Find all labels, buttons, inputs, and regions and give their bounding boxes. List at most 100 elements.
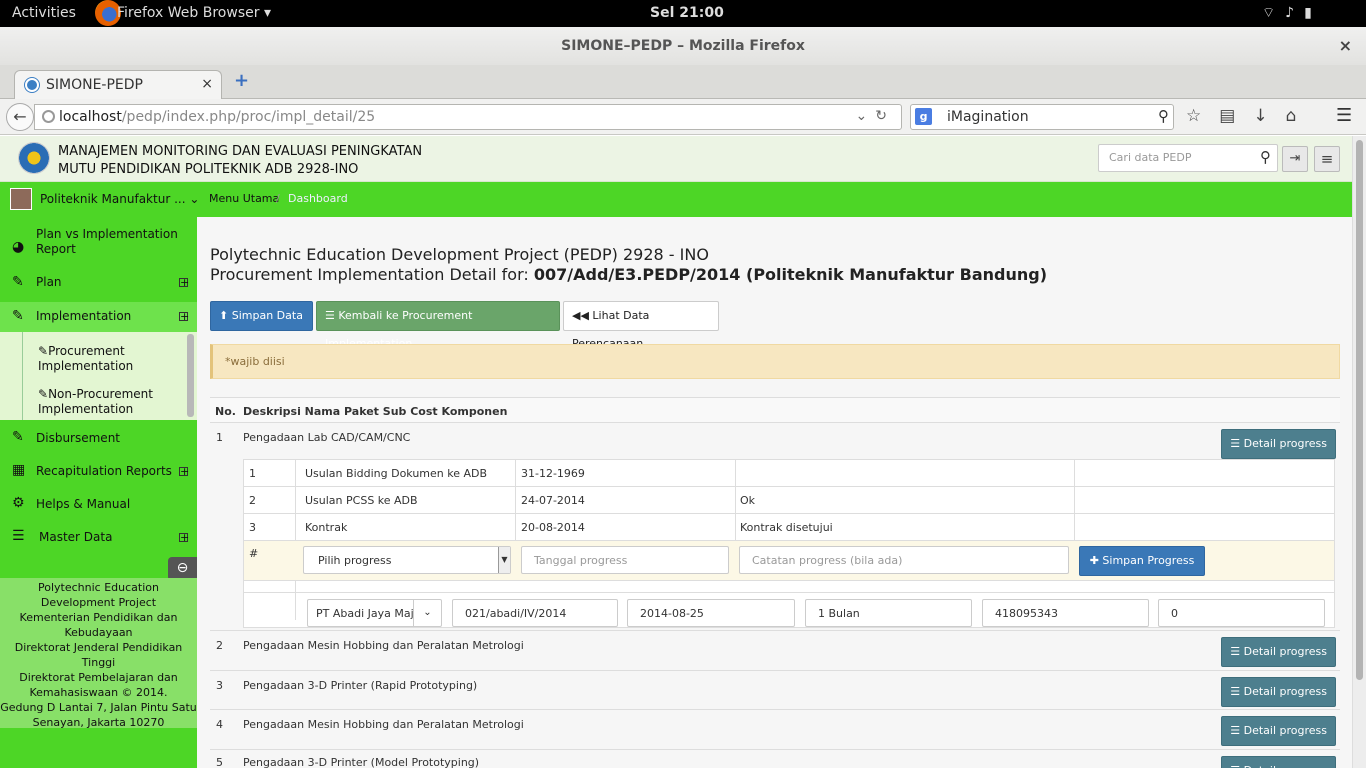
search-bar-value: iMagination bbox=[947, 109, 1029, 125]
site-search-input[interactable]: Cari data PEDP ⚲ bbox=[1098, 144, 1278, 172]
sidebar-item-helps[interactable]: ⚙ Helps & Manual bbox=[0, 495, 197, 515]
contract-extra-input[interactable]: 0 bbox=[1158, 599, 1325, 627]
download-icon[interactable]: ↓ bbox=[1253, 106, 1285, 126]
site-title-line1: MANAJEMEN MONITORING DAN EVALUASI PENING… bbox=[58, 144, 423, 159]
sidebar-subitem-procurement[interactable]: ✎Procurement Implementation bbox=[38, 344, 197, 374]
system-status-icons[interactable]: ⌔♪▮ bbox=[1262, 4, 1322, 22]
sidebar-item-recapitulation[interactable]: ▦ Recapitulation Reports + bbox=[0, 462, 197, 482]
sidebar-footer: Polytechnic Education Development Projec… bbox=[0, 578, 197, 729]
search-bar[interactable]: g iMagination ⚲ bbox=[910, 104, 1174, 130]
contract-value-input[interactable]: 418095343 bbox=[982, 599, 1149, 627]
gear-icon: ⚙ bbox=[12, 495, 25, 511]
tab-label: SIMONE-PEDP bbox=[46, 77, 143, 93]
menu-icon[interactable]: ☰ bbox=[1336, 105, 1352, 126]
tab-strip: SIMONE-PEDP × bbox=[0, 65, 1366, 100]
progress-note-input[interactable]: Catatan progress (bila ada) bbox=[739, 546, 1069, 574]
bookmarks-list-icon[interactable]: ▤ bbox=[1219, 106, 1253, 126]
home-icon[interactable]: ⌂ bbox=[1286, 106, 1315, 126]
sidebar-item-master-data[interactable]: ☰ Master Data + bbox=[0, 528, 197, 548]
site-header: MANAJEMEN MONITORING DAN EVALUASI PENING… bbox=[0, 136, 1352, 182]
edit-icon: ✎ bbox=[12, 274, 24, 290]
edit-icon: ✎ bbox=[12, 308, 24, 324]
site-search-placeholder: Cari data PEDP bbox=[1109, 151, 1192, 164]
window-title: SIMONE–PEDP – Mozilla Firefox bbox=[561, 38, 805, 54]
app-menu[interactable]: Firefox Web Browser ▾ bbox=[117, 5, 271, 21]
contract-date-input[interactable]: 2014-08-25 bbox=[627, 599, 795, 627]
browser-tab[interactable]: SIMONE-PEDP × bbox=[14, 70, 222, 100]
sidebar-item-plan[interactable]: ✎ Plan + bbox=[0, 274, 197, 294]
list-icon: ☰ bbox=[1230, 724, 1241, 737]
progress-form-row: # Pilih progress ▼ Tanggal progress Catat… bbox=[244, 541, 1334, 581]
sidebar-item-plan-vs-implementation[interactable]: ◕ Plan vs Implementation Report bbox=[0, 227, 197, 263]
main-content: Polytechnic Education Development Projec… bbox=[197, 217, 1352, 768]
edit-icon: ✎ bbox=[12, 429, 24, 445]
expand-icon[interactable]: + bbox=[179, 466, 189, 477]
search-icon[interactable]: ⚲ bbox=[1158, 107, 1169, 125]
bookmark-star-icon[interactable]: ☆ bbox=[1186, 106, 1219, 126]
url-bar[interactable]: localhost/pedp/index.php/proc/impl_detai… bbox=[34, 104, 902, 130]
save-data-button[interactable]: ⬆ Simpan Data bbox=[210, 301, 313, 331]
edit-icon: ✎ bbox=[38, 387, 49, 401]
breadcrumb-separator: / bbox=[276, 192, 280, 205]
table-row: 4 Pengadaan Mesin Hobbing dan Peralatan … bbox=[210, 710, 1340, 750]
expand-icon[interactable]: + bbox=[179, 311, 189, 322]
toolbar-icons[interactable]: ☆▤↓⌂ bbox=[1186, 106, 1314, 126]
dashboard-icon: ◕ bbox=[12, 239, 25, 255]
scrollbar-thumb[interactable] bbox=[1356, 140, 1363, 680]
save-progress-button[interactable]: ✚ Simpan Progress bbox=[1079, 546, 1205, 576]
table-row: 2 Pengadaan Mesin Hobbing dan Peralatan … bbox=[210, 631, 1340, 671]
ministry-logo bbox=[18, 142, 50, 174]
sidebar-subitem-non-procurement[interactable]: ✎Non-Procurement Implementation bbox=[38, 387, 197, 417]
activities-button[interactable]: Activities bbox=[12, 5, 76, 21]
tab-close-button[interactable]: × bbox=[201, 76, 213, 92]
table-header: No. Deskripsi Nama Paket Sub Cost Kompon… bbox=[210, 397, 1340, 423]
sidebar-item-implementation[interactable]: ✎ Implementation + bbox=[0, 302, 197, 332]
list-icon: ☰ bbox=[1230, 685, 1241, 698]
progress-row: 1 Usulan Bidding Dokumen ke ADB 31-12-19… bbox=[244, 460, 1334, 487]
progress-date-input[interactable]: Tanggal progress bbox=[521, 546, 729, 574]
contract-duration-input[interactable]: 1 Bulan bbox=[805, 599, 972, 627]
contract-row: PT Abadi Jaya Maj ⌄ 021/abadi/IV/2014 201… bbox=[244, 592, 1334, 628]
required-alert: *wajib diisi bbox=[210, 344, 1340, 379]
institution-dropdown[interactable]: Politeknik Manufaktur ... ⌄ bbox=[40, 192, 199, 206]
detail-progress-button[interactable]: ☰ Detail progress bbox=[1221, 716, 1336, 746]
sidebar-item-disbursement[interactable]: ✎ Disbursement bbox=[0, 429, 197, 449]
list-icon: ☰ bbox=[1230, 437, 1241, 450]
search-icon[interactable]: ⚲ bbox=[1260, 148, 1271, 166]
google-icon[interactable]: g bbox=[915, 108, 932, 125]
backward-icon: ◀◀ bbox=[572, 309, 589, 322]
vendor-select[interactable]: PT Abadi Jaya Maj ⌄ bbox=[307, 599, 442, 627]
detail-progress-button[interactable]: ☰ Detail progress bbox=[1221, 677, 1336, 707]
back-button[interactable]: ← bbox=[6, 103, 34, 131]
logout-icon[interactable]: ⇥ bbox=[1282, 146, 1308, 172]
table-row: 5 Pengadaan 3-D Printer (Model Prototypi… bbox=[210, 750, 1340, 768]
site-title-line2: MUTU PENDIDIKAN POLITEKNIK ADB 2928-INO bbox=[58, 162, 359, 177]
list-icon: ☰ bbox=[1230, 645, 1241, 658]
reload-icon[interactable]: ⌄↻ bbox=[856, 108, 895, 124]
breadcrumb-home[interactable]: Menu Utama bbox=[209, 192, 279, 205]
edit-icon: ✎ bbox=[38, 344, 49, 358]
sidebar-scrollbar[interactable] bbox=[187, 334, 194, 417]
window-close-button[interactable]: × bbox=[1339, 27, 1352, 65]
avatar bbox=[10, 188, 32, 210]
new-tab-button[interactable]: + bbox=[234, 70, 249, 91]
progress-row: 2 Usulan PCSS ke ADB 24-07-2014 Ok bbox=[244, 487, 1334, 514]
detail-progress-button[interactable]: ☰ Detail progress bbox=[1221, 756, 1336, 768]
window-titlebar: SIMONE–PEDP – Mozilla Firefox × bbox=[0, 27, 1366, 65]
globe-icon bbox=[42, 110, 55, 123]
clock[interactable]: Sel 21:00 bbox=[650, 5, 724, 21]
expand-icon[interactable]: + bbox=[179, 532, 189, 543]
back-to-procurement-button[interactable]: ☰ Kembali ke Procurement Implementation bbox=[316, 301, 560, 350]
navigation-toolbar: ← localhost/pedp/index.php/proc/impl_det… bbox=[0, 99, 1366, 135]
contract-number-input[interactable]: 021/abadi/IV/2014 bbox=[452, 599, 618, 627]
user-breadcrumb-bar: Politeknik Manufaktur ... ⌄ Menu Utama /… bbox=[0, 182, 1352, 217]
view-plan-button[interactable]: ◀◀ Lihat Data Perencanaan bbox=[563, 301, 719, 350]
plus-icon: ✚ bbox=[1089, 554, 1099, 567]
chevron-down-icon: ⌄ bbox=[413, 600, 441, 626]
expand-icon[interactable]: + bbox=[179, 277, 189, 288]
hamburger-icon[interactable]: ≡ bbox=[1314, 146, 1340, 172]
detail-progress-button[interactable]: ☰ Detail progress bbox=[1221, 429, 1336, 459]
page-scrollbar[interactable] bbox=[1352, 136, 1366, 768]
detail-progress-button[interactable]: ☰ Detail progress bbox=[1221, 637, 1336, 667]
progress-select[interactable]: Pilih progress ▼ bbox=[303, 546, 511, 574]
